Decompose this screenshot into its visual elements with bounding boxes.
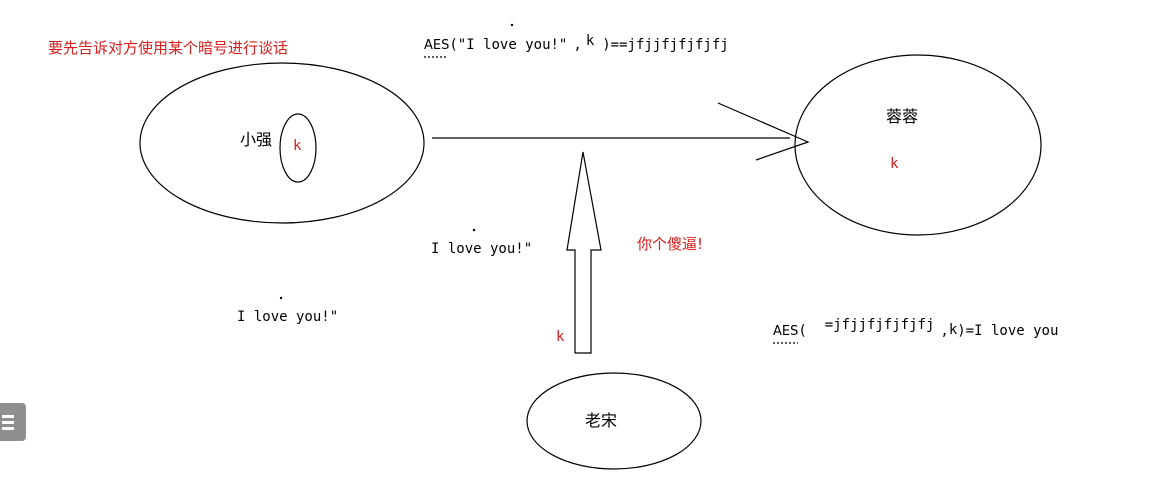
encrypt-expression: AES("I love you!", k )==jfjjfjfjfjfj bbox=[424, 33, 729, 53]
receiver-key-label: k bbox=[890, 156, 899, 172]
sender-key-label: k bbox=[293, 138, 302, 154]
decrypt-open: ( bbox=[798, 323, 806, 339]
encrypt-sep: , bbox=[573, 37, 581, 53]
plaintext-intercepted: I love you!" bbox=[431, 241, 532, 257]
side-menu-button[interactable] bbox=[0, 403, 26, 441]
decrypt-cipher: =jfjjfjfjfjfj bbox=[825, 317, 935, 333]
message-arrow-head bbox=[717, 102, 810, 161]
diagram-canvas: 要先告诉对方使用某个暗号进行谈话 AES("I love you!", k)==j… bbox=[48, 23, 1058, 470]
receiver-label: 蓉蓉 bbox=[886, 107, 918, 126]
decrypt-sep: , bbox=[940, 323, 948, 339]
decrypt-func: AES bbox=[773, 324, 798, 339]
encrypt-close: )==jfjjfjfjfjfj bbox=[602, 37, 728, 53]
taunt-text: 你个傻逼! bbox=[637, 235, 703, 253]
dot-left bbox=[279, 296, 283, 300]
sender-label: 小强 bbox=[240, 130, 272, 149]
sender-ellipse bbox=[139, 62, 425, 224]
plaintext-sender: I love you!" bbox=[237, 309, 338, 325]
encrypt-open: ("I love you!" bbox=[449, 37, 567, 53]
receiver-ellipse bbox=[794, 54, 1042, 236]
eavesdrop-arrow bbox=[566, 151, 602, 354]
decrypt-close: )=I love you bbox=[957, 323, 1058, 339]
decrypt-expression: AES(=jfjjfjfjfjfj ,k)=I love you bbox=[773, 317, 1058, 339]
encrypt-func: AES bbox=[424, 38, 449, 53]
encrypt-key: k bbox=[586, 33, 595, 49]
eavesdropper-key-label: k bbox=[556, 329, 565, 345]
eavesdropper-label: 老宋 bbox=[585, 411, 617, 430]
dot-mid bbox=[472, 228, 476, 232]
title-note: 要先告诉对方使用某个暗号进行谈话 bbox=[48, 39, 288, 57]
dot-top bbox=[510, 23, 514, 27]
